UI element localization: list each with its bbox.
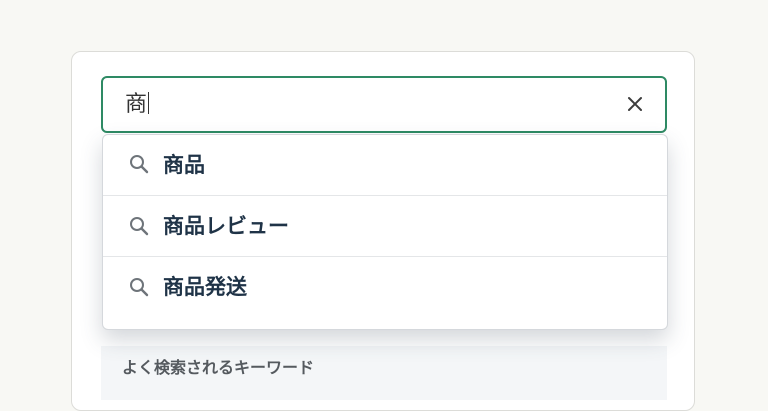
search-input-text[interactable]: 商	[125, 78, 150, 131]
clear-search-button[interactable]	[625, 94, 645, 114]
search-input[interactable]: 商	[101, 76, 667, 133]
suggestion-item[interactable]: 商品発送	[103, 257, 667, 317]
popular-keywords-section: よく検索されるキーワード	[101, 346, 667, 400]
suggestion-label: 商品	[163, 153, 205, 177]
suggestion-item[interactable]: 商品レビュー	[103, 196, 667, 257]
search-icon	[128, 215, 150, 237]
search-icon	[128, 153, 150, 175]
suggestion-label: 商品レビュー	[163, 214, 289, 238]
search-query: 商	[125, 92, 148, 117]
popular-keywords-heading: よく検索されるキーワード	[122, 358, 315, 377]
close-icon	[628, 97, 642, 111]
suggestion-label: 商品発送	[163, 275, 247, 299]
suggestion-dropdown: 商品 商品レビュー 商品発送	[102, 134, 668, 330]
suggestion-item[interactable]: 商品	[103, 135, 667, 196]
text-caret	[148, 92, 150, 114]
search-icon	[128, 276, 150, 298]
